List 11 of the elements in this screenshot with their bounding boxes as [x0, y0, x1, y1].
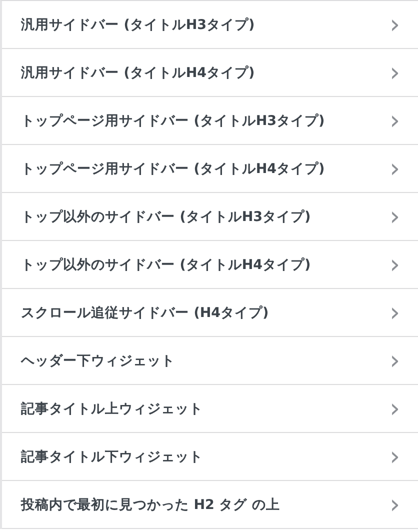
chevron-icon: ›: [390, 444, 400, 470]
chevron-icon: ›: [390, 204, 400, 230]
chevron-icon: ›: [390, 492, 400, 518]
chevron-icon: ›: [390, 60, 400, 86]
chevron-icon: ›: [390, 348, 400, 374]
chevron-icon: ›: [390, 12, 400, 38]
chevron-icon: ›: [390, 108, 400, 134]
chevron-icon: ›: [390, 156, 400, 182]
chevron-icon: ›: [390, 300, 400, 326]
chevron-icon: ›: [390, 396, 400, 422]
chevron-icon: ›: [390, 252, 400, 278]
